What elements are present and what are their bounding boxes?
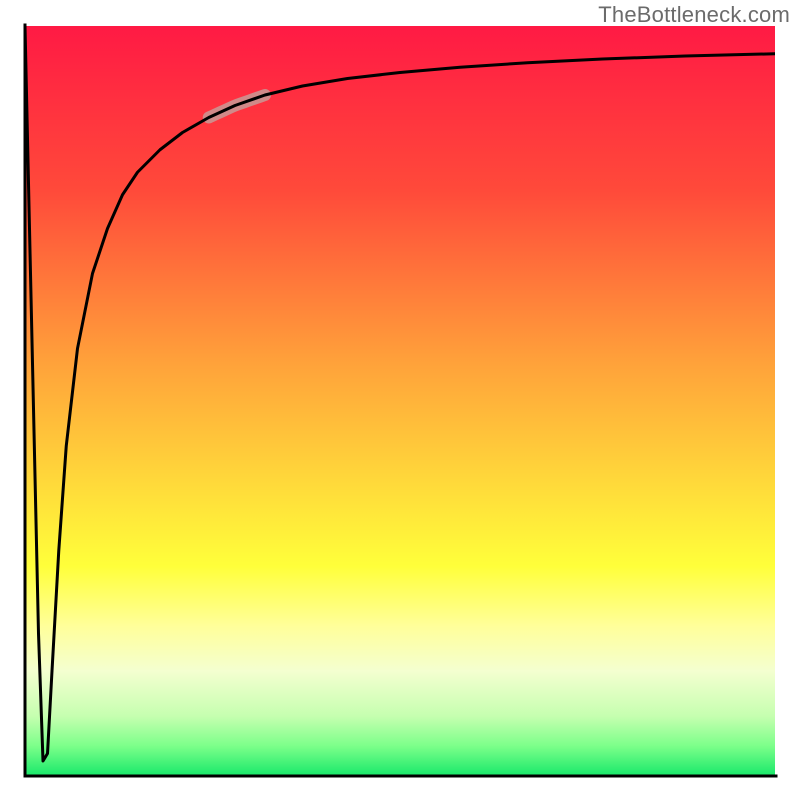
chart-frame: TheBottleneck.com <box>0 0 800 800</box>
watermark-text: TheBottleneck.com <box>598 2 790 28</box>
bottleneck-chart <box>0 0 800 800</box>
plot-background <box>25 26 775 776</box>
